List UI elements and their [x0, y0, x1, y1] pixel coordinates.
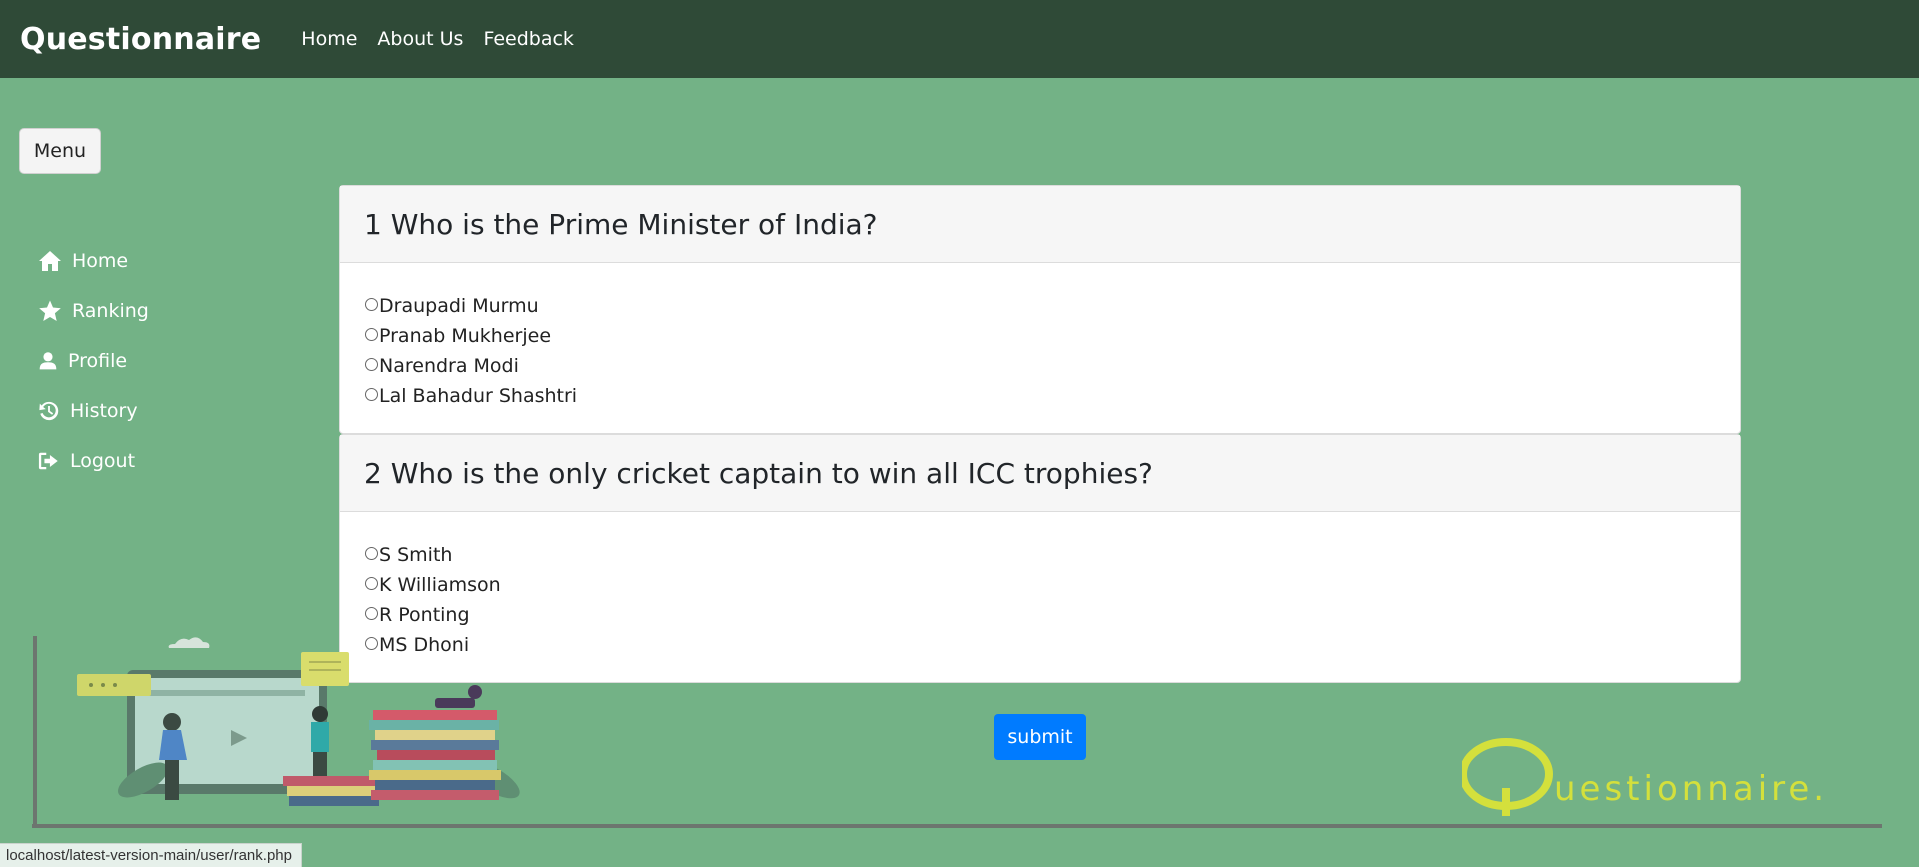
radio-button[interactable] — [365, 387, 378, 401]
answer-option[interactable]: R Ponting — [365, 600, 1715, 630]
sidebar-item-ranking[interactable]: Ranking — [38, 286, 149, 336]
home-icon — [39, 251, 61, 271]
sidebar-item-home[interactable]: Home — [38, 236, 149, 286]
radio-button[interactable] — [365, 327, 378, 341]
sidebar-item-label: Logout — [70, 450, 136, 472]
sidebar-item-label: Home — [72, 250, 129, 272]
radio-button[interactable] — [365, 546, 378, 560]
question-title: 1 Who is the Prime Minister of India? — [340, 186, 1740, 263]
sidebar-item-history[interactable]: History — [38, 386, 149, 436]
option-label: Pranab Mukherjee — [379, 325, 552, 347]
logout-icon — [38, 452, 58, 470]
questionnaire-logo: uestionnaire. — [1462, 738, 1828, 816]
star-icon — [39, 300, 61, 321]
radio-button[interactable] — [365, 606, 378, 620]
option-label: Draupadi Murmu — [379, 295, 539, 317]
sidebar-item-label: Profile — [68, 350, 128, 372]
option-label: R Ponting — [379, 604, 470, 626]
sidebar-item-profile[interactable]: Profile — [38, 336, 149, 386]
radio-button[interactable] — [365, 357, 378, 371]
answer-option[interactable]: Lal Bahadur Shashtri — [365, 381, 1715, 411]
radio-button[interactable] — [365, 576, 378, 590]
top-navbar: Questionnaire Home About Us Feedback — [0, 0, 1919, 78]
study-illustration — [33, 636, 520, 826]
question-title: 2 Who is the only cricket captain to win… — [340, 435, 1740, 512]
bottom-divider — [32, 824, 1882, 828]
answer-option[interactable]: S Smith — [365, 540, 1715, 570]
menu-button[interactable]: Menu — [19, 128, 101, 174]
answer-option[interactable]: Narendra Modi — [365, 351, 1715, 381]
option-label: Narendra Modi — [379, 355, 519, 377]
answer-option[interactable]: MS Dhoni — [365, 630, 1715, 660]
nav-about-us[interactable]: About Us — [377, 28, 463, 50]
sidebar-item-label: History — [70, 400, 138, 422]
sidebar: Home Ranking Profile History Logout — [38, 236, 149, 486]
question-card: 2 Who is the only cricket captain to win… — [339, 434, 1741, 683]
nav-feedback[interactable]: Feedback — [483, 28, 573, 50]
logo-text: uestionnaire. — [1554, 769, 1828, 809]
nav-home[interactable]: Home — [301, 28, 357, 50]
answer-option[interactable]: K Williamson — [365, 570, 1715, 600]
option-label: Lal Bahadur Shashtri — [379, 385, 578, 407]
submit-button[interactable]: submit — [994, 714, 1086, 760]
sidebar-item-logout[interactable]: Logout — [38, 436, 149, 486]
answer-option[interactable]: Pranab Mukherjee — [365, 321, 1715, 351]
answer-option[interactable]: Draupadi Murmu — [365, 291, 1715, 321]
status-bar-url: localhost/latest-version-main/user/rank.… — [0, 843, 302, 867]
question-card: 1 Who is the Prime Minister of India? Dr… — [339, 185, 1741, 434]
radio-button[interactable] — [365, 297, 378, 311]
user-icon — [39, 352, 57, 370]
history-icon — [39, 401, 59, 421]
option-label: K Williamson — [379, 574, 501, 596]
option-label: S Smith — [379, 544, 453, 566]
brand-logo[interactable]: Questionnaire — [20, 22, 261, 57]
sidebar-item-label: Ranking — [72, 300, 149, 322]
